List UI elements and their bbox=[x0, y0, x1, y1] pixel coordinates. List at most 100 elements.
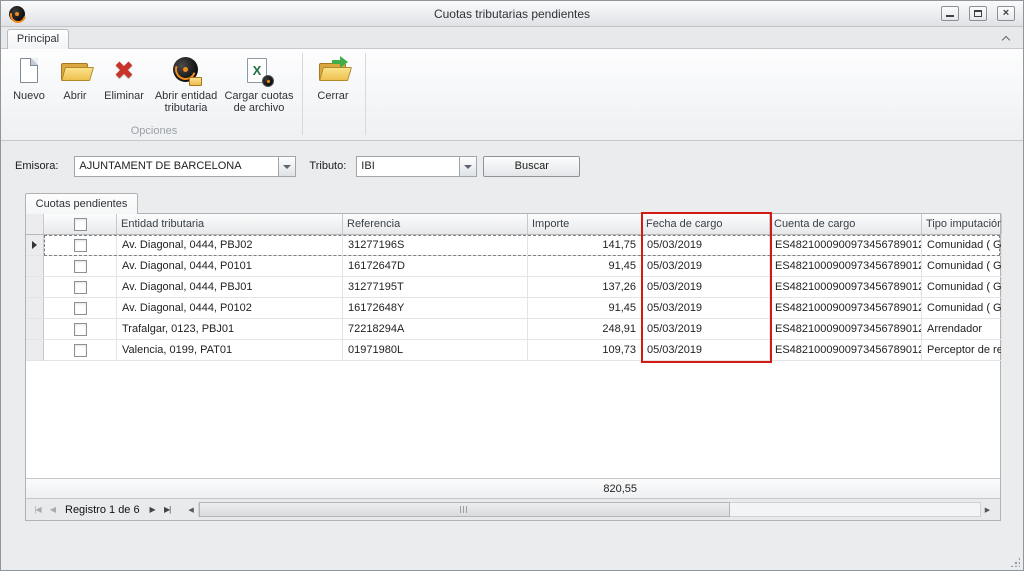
cell-fecha: 05/03/2019 bbox=[642, 298, 770, 319]
table-row[interactable]: Av. Diagonal, 0444, P0102 16172648Y 91,4… bbox=[26, 298, 1000, 319]
maximize-button[interactable] bbox=[969, 6, 987, 21]
abrir-button[interactable]: Abrir bbox=[53, 53, 97, 102]
cell-checkbox bbox=[44, 298, 117, 319]
row-checkbox[interactable] bbox=[74, 323, 87, 336]
cerrar-button[interactable]: Cerrar bbox=[308, 53, 358, 102]
grid-header-row: Entidad tributaria Referencia Importe Fe… bbox=[26, 214, 1000, 235]
cell-referencia: 01971980L bbox=[343, 340, 528, 361]
row-checkbox[interactable] bbox=[74, 260, 87, 273]
table-row[interactable]: Av. Diagonal, 0444, P0101 16172647D 91,4… bbox=[26, 256, 1000, 277]
column-header-cuenta-de-cargo[interactable]: Cuenta de cargo bbox=[770, 214, 922, 234]
column-header-entidad[interactable]: Entidad tributaria bbox=[117, 214, 343, 234]
ribbon-separator bbox=[302, 53, 303, 135]
eliminar-label: Eliminar bbox=[104, 90, 144, 102]
ribbon-collapse-icon[interactable] bbox=[1001, 34, 1011, 43]
cell-entidad: Valencia, 0199, PAT01 bbox=[117, 340, 343, 361]
excel-file-icon bbox=[242, 55, 276, 87]
ribbon-separator bbox=[365, 53, 366, 135]
close-folder-icon bbox=[316, 55, 350, 87]
cell-entidad: Trafalgar, 0123, PBJ01 bbox=[117, 319, 343, 340]
row-checkbox[interactable] bbox=[74, 344, 87, 357]
cell-entidad: Av. Diagonal, 0444, PBJ02 bbox=[117, 235, 343, 256]
delete-icon: ✖ bbox=[107, 55, 141, 87]
window-controls: × bbox=[941, 6, 1015, 21]
row-indicator bbox=[26, 340, 44, 361]
cell-cuenta: ES4821000900973456789012 bbox=[770, 256, 922, 277]
cell-tipo: Comunidad ( Ga bbox=[922, 256, 1002, 277]
scrollbar-track[interactable] bbox=[198, 502, 981, 517]
table-row[interactable]: Valencia, 0199, PAT01 01971980L 109,73 0… bbox=[26, 340, 1000, 361]
horizontal-scrollbar[interactable]: ◀ ▶ bbox=[185, 502, 994, 518]
cell-entidad: Av. Diagonal, 0444, P0101 bbox=[117, 256, 343, 277]
header-checkbox-cell bbox=[44, 214, 117, 234]
tributo-combobox[interactable]: IBI bbox=[356, 156, 477, 177]
column-header-importe[interactable]: Importe bbox=[528, 214, 642, 234]
minimize-button[interactable] bbox=[941, 6, 959, 21]
tab-principal[interactable]: Principal bbox=[7, 29, 69, 49]
grid-panel: Entidad tributaria Referencia Importe Fe… bbox=[25, 213, 1001, 521]
previous-record-button[interactable]: ◀ bbox=[45, 505, 60, 514]
cell-referencia: 31277196S bbox=[343, 235, 528, 256]
next-record-button[interactable]: ▶ bbox=[145, 505, 160, 514]
last-record-button[interactable]: ▶| bbox=[160, 505, 175, 514]
scroll-left-icon[interactable]: ◀ bbox=[185, 506, 198, 514]
cell-cuenta: ES4821000900973456789012 bbox=[770, 340, 922, 361]
row-indicator bbox=[26, 298, 44, 319]
window-title: Cuotas tributarias pendientes bbox=[121, 7, 903, 21]
cell-checkbox bbox=[44, 340, 117, 361]
buscar-button[interactable]: Buscar bbox=[483, 156, 580, 177]
cell-cuenta: ES4821000900973456789012 bbox=[770, 298, 922, 319]
scrollbar-thumb[interactable] bbox=[199, 502, 730, 517]
dropdown-arrow-icon[interactable] bbox=[459, 157, 476, 176]
record-navigator: |◀ ◀ Registro 1 de 6 ▶ ▶| ◀ ▶ bbox=[26, 498, 1000, 520]
abrir-entidad-button[interactable]: Abrir entidad tributaria bbox=[151, 53, 221, 114]
nuevo-label: Nuevo bbox=[13, 90, 45, 102]
column-header-fecha-de-cargo[interactable]: Fecha de cargo bbox=[642, 214, 770, 234]
close-button[interactable]: × bbox=[997, 6, 1015, 21]
column-header-tipo-imputacion[interactable]: Tipo imputación bbox=[922, 214, 1002, 234]
scroll-right-icon[interactable]: ▶ bbox=[981, 506, 994, 514]
cell-fecha: 05/03/2019 bbox=[642, 235, 770, 256]
dropdown-arrow-icon[interactable] bbox=[278, 157, 295, 176]
resize-grip-icon[interactable] bbox=[1010, 557, 1020, 567]
table-row[interactable]: Av. Diagonal, 0444, PBJ01 31277195T 137,… bbox=[26, 277, 1000, 298]
app-window: Cuotas tributarias pendientes × Principa… bbox=[0, 0, 1024, 571]
app-logo-icon bbox=[9, 6, 25, 22]
open-folder-icon bbox=[58, 55, 92, 87]
cell-fecha: 05/03/2019 bbox=[642, 277, 770, 298]
filter-bar: Emisora: AJUNTAMENT DE BARCELONA Tributo… bbox=[1, 151, 1023, 181]
minimize-icon bbox=[946, 15, 954, 17]
cell-tipo: Perceptor de re bbox=[922, 340, 1002, 361]
tributo-value: IBI bbox=[357, 157, 459, 176]
cargar-cuotas-button[interactable]: Cargar cuotas de archivo bbox=[223, 53, 295, 114]
tab-cuotas-pendientes[interactable]: Cuotas pendientes bbox=[25, 193, 138, 214]
first-record-button[interactable]: |◀ bbox=[30, 505, 45, 514]
cell-tipo: Arrendador bbox=[922, 319, 1002, 340]
cell-cuenta: ES4821000900973456789012 bbox=[770, 235, 922, 256]
emisora-combobox[interactable]: AJUNTAMENT DE BARCELONA bbox=[74, 156, 296, 177]
cell-referencia: 16172647D bbox=[343, 256, 528, 277]
cell-referencia: 31277195T bbox=[343, 277, 528, 298]
select-all-checkbox[interactable] bbox=[74, 218, 87, 231]
row-checkbox[interactable] bbox=[74, 239, 87, 252]
nuevo-button[interactable]: Nuevo bbox=[7, 53, 51, 102]
column-header-referencia[interactable]: Referencia bbox=[343, 214, 528, 234]
row-checkbox[interactable] bbox=[74, 302, 87, 315]
row-checkbox[interactable] bbox=[74, 281, 87, 294]
table-row[interactable]: Av. Diagonal, 0444, PBJ02 31277196S 141,… bbox=[26, 235, 1000, 256]
status-bar bbox=[1, 554, 1023, 570]
row-indicator bbox=[26, 235, 44, 256]
table-row[interactable]: Trafalgar, 0123, PBJ01 72218294A 248,91 … bbox=[26, 319, 1000, 340]
cell-tipo: Comunidad ( Ga bbox=[922, 235, 1002, 256]
new-document-icon bbox=[12, 55, 46, 87]
cerrar-label: Cerrar bbox=[317, 90, 348, 102]
titlebar: Cuotas tributarias pendientes × bbox=[1, 1, 1023, 27]
record-position-text: Registro 1 de 6 bbox=[65, 504, 140, 516]
cell-referencia: 16172648Y bbox=[343, 298, 528, 319]
grid-empty-area bbox=[26, 361, 1000, 478]
row-indicator bbox=[26, 256, 44, 277]
ribbon-toolbar: Nuevo Abrir ✖ Eliminar Abrir entidad tri… bbox=[1, 48, 1023, 141]
cell-fecha: 05/03/2019 bbox=[642, 256, 770, 277]
cell-tipo: Comunidad ( Ga bbox=[922, 298, 1002, 319]
eliminar-button[interactable]: ✖ Eliminar bbox=[99, 53, 149, 102]
